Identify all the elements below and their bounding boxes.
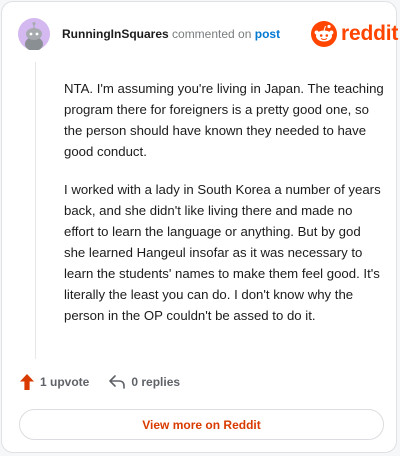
snoo-avatar-icon[interactable]	[18, 18, 50, 51]
commented-on-text: commented on	[172, 27, 252, 41]
upvote-button[interactable]: 1 upvote	[20, 374, 89, 390]
replies-button[interactable]: 0 replies	[109, 375, 180, 389]
comment-paragraph: NTA. I'm assuming you're living in Japan…	[64, 81, 384, 159]
reddit-logo[interactable]: reddit	[311, 21, 398, 47]
comment-actions: 1 upvote 0 replies	[20, 374, 180, 390]
thread-line	[35, 62, 36, 359]
upvote-arrow-icon	[20, 374, 34, 390]
post-link[interactable]: post	[255, 27, 280, 41]
reddit-logo-text: reddit	[341, 22, 399, 45]
view-more-on-reddit-button[interactable]: View more on Reddit	[19, 409, 384, 440]
reply-arrow-icon	[109, 375, 126, 389]
replies-count: 0 replies	[131, 375, 181, 389]
comment-embed-card: RunningInSquares commented on post reddi…	[1, 1, 398, 453]
reddit-snoo-logo-icon	[311, 21, 337, 47]
view-more-label: View more on Reddit	[142, 417, 261, 432]
comment-body: NTA. I'm assuming you're living in Japan…	[64, 78, 384, 343]
comment-header: RunningInSquares commented on post	[62, 27, 280, 41]
username-link[interactable]: RunningInSquares	[62, 27, 169, 41]
upvote-count: 1 upvote	[40, 375, 90, 389]
comment-paragraph: I worked with a lady in South Korea a nu…	[64, 182, 381, 323]
